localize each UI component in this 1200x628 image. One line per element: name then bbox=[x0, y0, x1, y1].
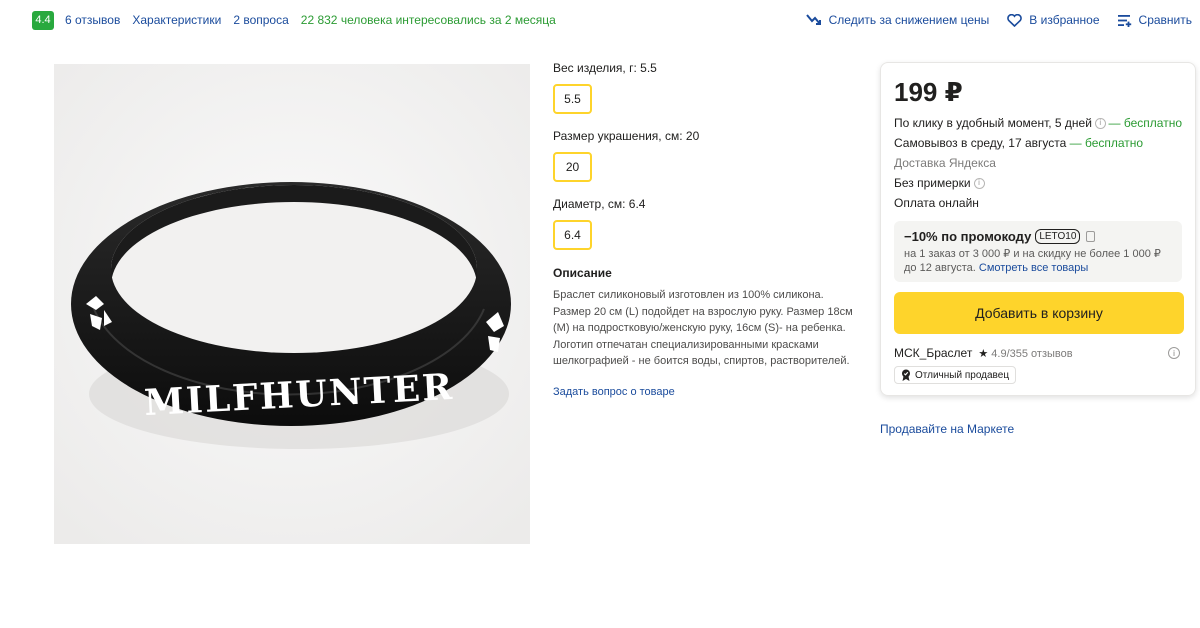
interest-counter: 22 832 человека интересовались за 2 меся… bbox=[300, 13, 556, 27]
spec-size-option[interactable]: 20 bbox=[553, 152, 592, 182]
delivery-service: Доставка Яндекса bbox=[894, 156, 996, 170]
product-image[interactable]: MILFHUNTER bbox=[54, 64, 530, 544]
spec-weight-option[interactable]: 5.5 bbox=[553, 84, 592, 114]
promo-title-row: −10% по промокоду LETO10 bbox=[904, 229, 1172, 244]
delivery-click-price: — бесплатно bbox=[1108, 116, 1182, 130]
spec-diameter-value: 6.4 bbox=[628, 197, 646, 211]
payment-method: Оплата онлайн bbox=[894, 196, 979, 210]
seller-reviews: /355 отзывов bbox=[1006, 347, 1073, 360]
no-fitting-text: Без примерки bbox=[894, 176, 971, 190]
specs-link[interactable]: Характеристики bbox=[132, 13, 221, 27]
pickup-price: — бесплатно bbox=[1069, 136, 1144, 150]
spec-size-label: Размер украшения, см: bbox=[553, 129, 683, 143]
spec-diameter-option[interactable]: 6.4 bbox=[553, 220, 592, 250]
favorite-button[interactable]: В избранное bbox=[1007, 13, 1100, 27]
price: 199 ₽ bbox=[894, 77, 963, 107]
spec-size-value: 20 bbox=[685, 129, 700, 143]
seller-rating[interactable]: ★ 4.9/355 отзывов bbox=[978, 347, 1072, 360]
sell-on-market-link[interactable]: Продавайте на Маркете bbox=[880, 422, 1014, 436]
promo-all-items-link[interactable]: Смотреть все товары bbox=[979, 262, 1088, 274]
spec-weight-label: Вес изделия, г: bbox=[553, 61, 637, 75]
price-watch-button[interactable]: Следить за снижением цены bbox=[805, 13, 990, 27]
seller-badge[interactable]: Отличный продавец bbox=[894, 366, 1017, 384]
delivery-click-row: По клику в удобный момент, 5 дней i — бе… bbox=[894, 113, 1182, 133]
rating-badge[interactable]: 4.4 bbox=[32, 10, 54, 30]
product-top-bar: 4.4 6 отзывов Характеристики 2 вопроса 2… bbox=[32, 10, 1200, 30]
offer-card: 199 ₽ По клику в удобный момент, 5 дней … bbox=[880, 62, 1196, 396]
reviews-link[interactable]: 6 отзывов bbox=[65, 13, 120, 27]
add-to-cart-button[interactable]: Добавить в корзину bbox=[894, 292, 1184, 334]
compare-icon bbox=[1117, 14, 1131, 27]
top-actions: Следить за снижением цены В избранное Ср… bbox=[788, 10, 1192, 30]
spec-diameter-label: Диаметр, см: bbox=[553, 197, 626, 211]
pickup-text: Самовывоз в среду, 17 августа bbox=[894, 136, 1067, 150]
promo-code[interactable]: LETO10 bbox=[1035, 229, 1081, 244]
info-icon[interactable]: i bbox=[1094, 117, 1106, 129]
price-down-icon bbox=[805, 14, 821, 25]
promo-block: −10% по промокоду LETO10 на 1 заказ от 3… bbox=[894, 221, 1182, 282]
spec-weight-value: 5.5 bbox=[640, 61, 657, 75]
heart-icon bbox=[1007, 13, 1023, 27]
seller-rating-value: 4.9 bbox=[991, 347, 1007, 360]
product-specs: Вес изделия, г: 5.5 5.5 Размер украшения… bbox=[553, 60, 853, 400]
info-icon[interactable]: i bbox=[1168, 347, 1180, 359]
promo-terms: на 1 заказ от 3 000 ₽ и на скидку не бол… bbox=[904, 247, 1172, 275]
compare-label: Сравнить bbox=[1138, 13, 1192, 27]
spec-weight: Вес изделия, г: 5.5 5.5 bbox=[553, 60, 853, 128]
spec-size: Размер украшения, см: 20 20 bbox=[553, 128, 853, 196]
copy-icon[interactable] bbox=[1086, 231, 1096, 242]
compare-button[interactable]: Сравнить bbox=[1117, 13, 1192, 27]
description-text: Браслет силиконовый изготовлен из 100% с… bbox=[553, 289, 853, 367]
bracelet-photo: MILFHUNTER bbox=[54, 64, 530, 544]
pickup-row: Самовывоз в среду, 17 августа — бесплатн… bbox=[894, 133, 1182, 153]
promo-title: −10% по промокоду bbox=[904, 229, 1032, 244]
favorite-label: В избранное bbox=[1029, 13, 1100, 27]
description-title: Описание bbox=[553, 266, 612, 280]
price-watch-label: Следить за снижением цены bbox=[828, 13, 990, 27]
spec-diameter: Диаметр, см: 6.4 6.4 bbox=[553, 196, 853, 264]
ask-question-link[interactable]: Задать вопрос о товаре bbox=[553, 386, 675, 398]
seller-badge-label: Отличный продавец bbox=[915, 369, 1010, 381]
seller-row: МСК_Браслет ★ 4.9/355 отзывов i bbox=[894, 346, 1182, 360]
info-icon[interactable]: i bbox=[973, 177, 985, 189]
delivery-click-text: По клику в удобный момент, 5 дней bbox=[894, 116, 1092, 130]
questions-link[interactable]: 2 вопроса bbox=[233, 13, 288, 27]
star-icon: ★ bbox=[978, 347, 989, 360]
award-icon bbox=[902, 369, 910, 381]
seller-name[interactable]: МСК_Браслет bbox=[894, 346, 972, 360]
no-fitting-row: Без примерки i bbox=[894, 173, 1182, 193]
